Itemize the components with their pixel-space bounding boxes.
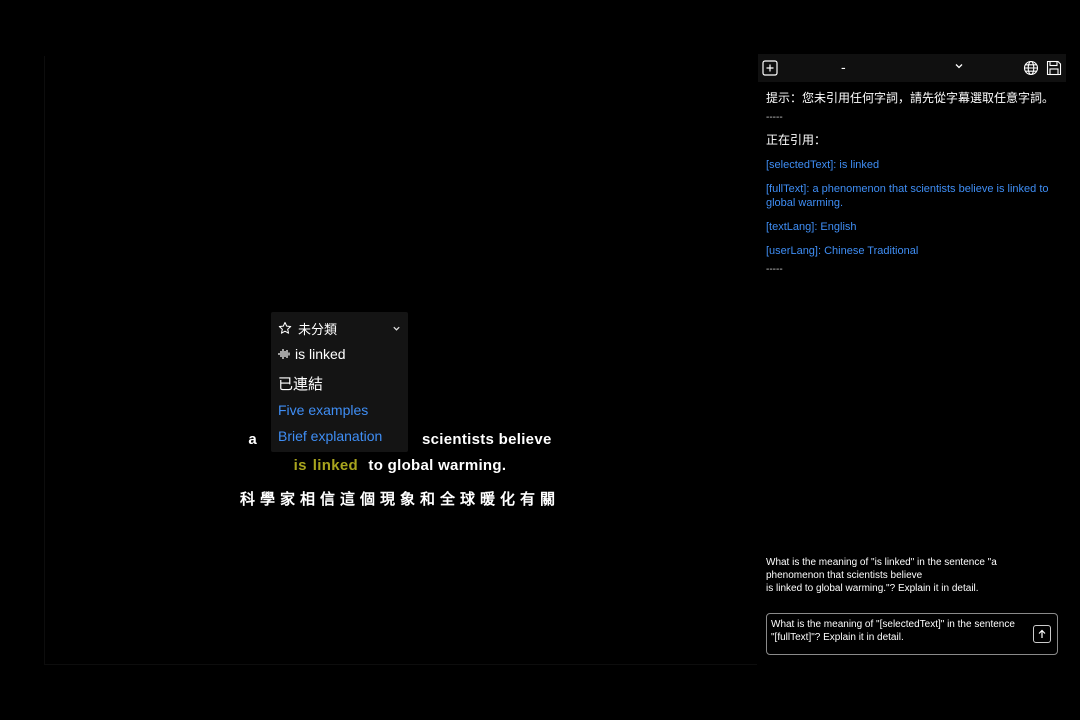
category-selector[interactable]: 未分類	[278, 320, 401, 337]
term-row: is linked	[278, 346, 401, 362]
chevron-down-icon[interactable]	[954, 61, 964, 71]
send-button[interactable]	[1033, 625, 1051, 643]
prompt-input[interactable]: What is the meaning of "[selectedText]" …	[766, 613, 1058, 655]
subtitle-words-to-global-warming[interactable]: to global warming.	[368, 457, 506, 474]
ref-user-lang: [userLang]: Chinese Traditional	[766, 245, 919, 257]
arrow-up-icon	[1038, 629, 1046, 638]
ai-side-panel: - 提示：您未引用任何字詞，請先從字幕選取任意字詞。 ----- 正在引用： […	[758, 54, 1066, 666]
five-examples-link[interactable]: Five examples	[278, 402, 401, 418]
panel-body: 提示：您未引用任何字詞，請先從字幕選取任意字詞。 ----- 正在引用： [se…	[766, 90, 1056, 275]
panel-header: -	[758, 54, 1066, 82]
chevron-down-icon[interactable]	[392, 324, 401, 333]
ref-text-lang: [textLang]: English	[766, 221, 857, 233]
brief-explanation-link[interactable]: Brief explanation	[278, 428, 401, 444]
hint-text: 提示：您未引用任何字詞，請先從字幕選取任意字詞。	[766, 91, 1055, 105]
word-popup: 未分類 is linked 已連結 Five examples Brief ex…	[271, 312, 408, 452]
subtitle-line-2: is linked to global warming.	[0, 457, 800, 474]
term-translation: 已連結	[278, 376, 324, 393]
subtitle-translation-line: 科學家相信這個現象和全球暖化有關	[239, 491, 560, 508]
separator: -----	[766, 264, 783, 275]
subtitle-words-scientists-believe[interactable]: scientists believe	[422, 431, 552, 448]
subtitle-word-a[interactable]: a	[248, 431, 257, 448]
audio-wave-icon[interactable]	[278, 348, 291, 360]
ref-full-text: [fullText]: a phenomenon that scientists…	[766, 183, 1049, 209]
model-selector-label[interactable]: -	[841, 59, 846, 75]
sent-question: What is the meaning of "is linked" in th…	[766, 557, 997, 594]
quoting-label: 正在引用：	[766, 133, 827, 147]
prompt-input-text[interactable]: What is the meaning of "[selectedText]" …	[771, 618, 1021, 644]
subtitle-word-is[interactable]: is	[294, 457, 307, 474]
globe-icon[interactable]	[1023, 60, 1039, 76]
ref-selected-text: [selectedText]: is linked	[766, 159, 880, 171]
new-chat-icon[interactable]	[762, 60, 778, 76]
save-icon[interactable]	[1046, 60, 1062, 76]
star-icon[interactable]	[278, 321, 292, 335]
category-label: 未分類	[298, 321, 338, 337]
separator: -----	[766, 112, 783, 123]
subtitle-word-linked[interactable]: linked	[313, 457, 358, 474]
term-text: is linked	[295, 346, 346, 362]
